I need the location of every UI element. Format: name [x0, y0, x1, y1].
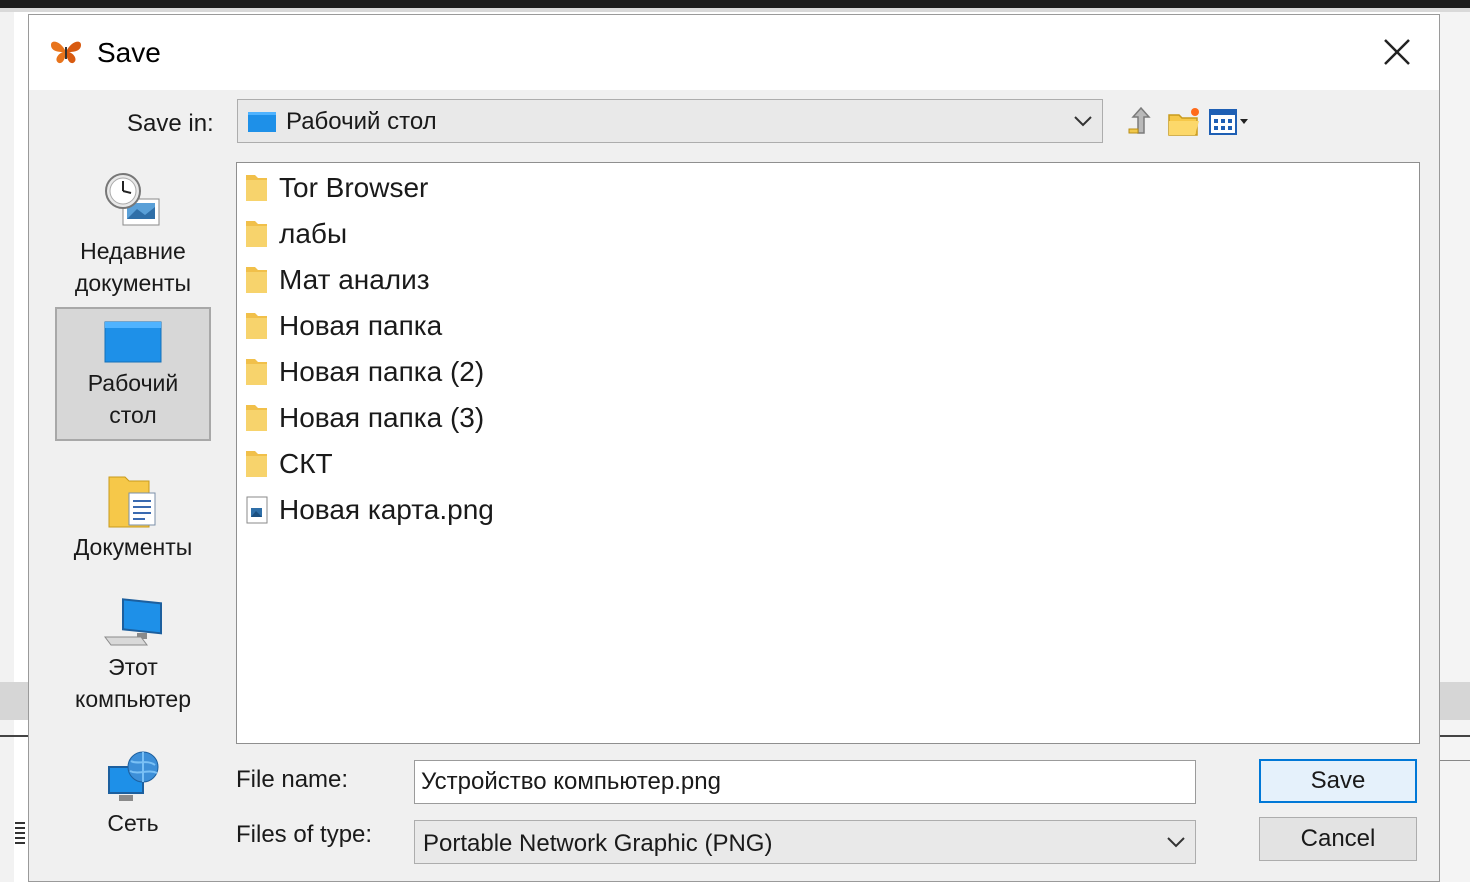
file-list[interactable]: Tor Browser лабы Мат анализ Новая папка … [236, 162, 1420, 744]
folder-icon [243, 448, 271, 480]
up-one-level-button[interactable] [1123, 103, 1161, 141]
place-label-line2: документы [74, 270, 192, 296]
place-this-computer[interactable]: Этот компьютер [55, 593, 211, 723]
file-name: Новая папка (3) [279, 402, 485, 433]
list-item[interactable]: СКТ [243, 444, 333, 484]
cancel-button[interactable]: Cancel [1259, 817, 1417, 861]
file-name-label: File name: [236, 766, 349, 793]
file-name-input[interactable] [414, 760, 1196, 804]
background-right-line [1440, 735, 1470, 737]
desktop-icon [247, 110, 277, 134]
file-name: Tor Browser [279, 172, 429, 203]
new-folder-button[interactable] [1165, 103, 1203, 141]
background-left-band [0, 682, 28, 720]
file-name: СКТ [279, 448, 333, 479]
save-dialog: Save Save in: Рабочий стол Недавние доку… [28, 14, 1440, 882]
chevron-down-icon [1072, 110, 1094, 132]
chevron-down-icon [1165, 831, 1187, 853]
place-label-line2: компьютер [75, 686, 191, 712]
folder-icon [243, 172, 271, 204]
save-button[interactable]: Save [1259, 759, 1417, 803]
file-name: Мат анализ [279, 264, 430, 295]
background-left-line [0, 735, 28, 737]
file-name: лабы [279, 218, 348, 249]
folder-icon [243, 264, 271, 296]
close-icon [1384, 39, 1410, 65]
dialog-title: Save [97, 37, 161, 68]
list-item[interactable]: Новая папка [243, 306, 442, 346]
place-documents[interactable]: Документы [55, 471, 211, 571]
list-item[interactable]: лабы [243, 214, 347, 254]
place-label-line1: Документы [73, 534, 193, 560]
background-right-line-thin [1440, 760, 1470, 761]
computer-icon [101, 593, 165, 651]
background-right-band [1440, 682, 1470, 720]
place-desktop[interactable]: Рабочий стол [55, 307, 211, 441]
file-type-value: Portable Network Graphic (PNG) [423, 830, 773, 857]
place-network[interactable]: Сеть [55, 749, 211, 849]
dialog-titlebar: Save [29, 15, 1439, 90]
place-label-line1: Этот [108, 654, 158, 680]
view-menu-icon [1209, 109, 1248, 135]
file-name: Новая папка [279, 310, 443, 341]
close-button[interactable] [1369, 29, 1425, 75]
background-left-strip [0, 12, 14, 882]
folder-icon [243, 356, 271, 388]
folder-icon [243, 402, 271, 434]
folder-icon [243, 218, 271, 250]
background-right-strip [1440, 12, 1470, 882]
list-item[interactable]: Мат анализ [243, 260, 430, 300]
network-icon [103, 749, 163, 807]
image-file-icon [243, 494, 271, 526]
folder-icon [243, 310, 271, 342]
view-menu-button[interactable] [1205, 103, 1257, 141]
save-in-value: Рабочий стол [286, 108, 437, 135]
recent-documents-icon [101, 169, 165, 235]
up-one-level-icon [1128, 106, 1151, 134]
place-label-line1: Сеть [107, 810, 159, 836]
save-in-label: Save in: [127, 110, 214, 137]
background-window-edge [0, 0, 1470, 8]
place-label-line1: Недавние [80, 238, 186, 264]
file-type-dropdown[interactable]: Portable Network Graphic (PNG) [414, 820, 1196, 864]
file-name: Новая карта.png [279, 494, 494, 525]
butterfly-app-icon [49, 37, 83, 67]
place-recent-documents[interactable]: Недавние документы [55, 169, 211, 303]
place-label-line1: Рабочий [87, 370, 179, 396]
background-menu-icon [15, 822, 25, 844]
background-window-border [0, 8, 1470, 12]
list-item[interactable]: Tor Browser [243, 168, 428, 208]
documents-folder-icon [105, 471, 161, 531]
new-folder-icon [1168, 108, 1199, 136]
desktop-icon [103, 319, 163, 367]
list-item[interactable]: Новая карта.png [243, 490, 494, 530]
save-in-dropdown[interactable]: Рабочий стол [237, 99, 1103, 143]
place-label-line2: стол [109, 402, 157, 428]
list-item[interactable]: Новая папка (3) [243, 398, 484, 438]
file-type-label: Files of type: [236, 821, 373, 848]
file-name: Новая папка (2) [279, 356, 485, 387]
list-item[interactable]: Новая папка (2) [243, 352, 484, 392]
